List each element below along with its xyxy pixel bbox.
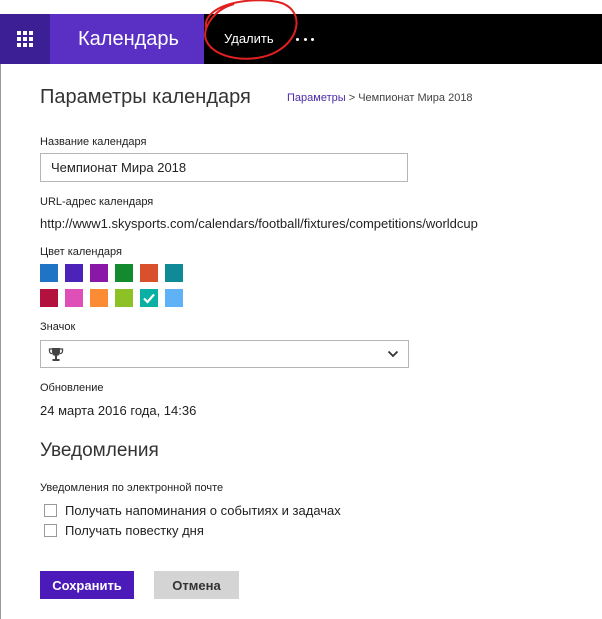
app-launcher-button[interactable] (0, 14, 50, 64)
color-swatch[interactable] (65, 289, 83, 307)
page-title: Параметры календаря (40, 86, 251, 108)
checkmark-icon (143, 293, 155, 304)
agenda-checkbox[interactable] (44, 524, 57, 537)
breadcrumb: Параметры > Чемпионат Мира 2018 (287, 92, 473, 104)
color-swatch[interactable] (165, 264, 183, 282)
color-swatch[interactable] (140, 264, 158, 282)
breadcrumb-parent-link[interactable]: Параметры (287, 92, 346, 104)
agenda-checkbox-row[interactable]: Получать повестку дня (44, 523, 204, 538)
color-swatch[interactable] (65, 264, 83, 282)
notifications-title: Уведомления (40, 440, 159, 461)
delete-button[interactable]: Удалить (224, 14, 274, 64)
calendar-url-label: URL-адрес календаря (40, 196, 154, 208)
save-button[interactable]: Сохранить (40, 571, 134, 599)
breadcrumb-current: Чемпионат Мира 2018 (358, 92, 473, 104)
more-options-icon[interactable] (296, 14, 314, 64)
chevron-down-icon (387, 350, 399, 358)
waffle-icon (17, 31, 33, 47)
agenda-checkbox-label: Получать повестку дня (65, 523, 204, 538)
breadcrumb-separator: > (348, 92, 356, 104)
updated-value: 24 марта 2016 года, 14:36 (40, 403, 197, 418)
calendar-url-value: http://www1.skysports.com/calendars/foot… (40, 216, 478, 231)
color-swatch-selected[interactable] (140, 289, 158, 307)
reminders-checkbox-label: Получать напоминания о событиях и задача… (65, 503, 341, 518)
color-swatch[interactable] (115, 264, 133, 282)
reminders-checkbox[interactable] (44, 504, 57, 517)
calendar-name-label: Название календаря (40, 136, 147, 148)
trophy-icon (48, 348, 64, 361)
left-border-line (0, 64, 1, 619)
calendar-color-label: Цвет календаря (40, 246, 122, 258)
updated-label: Обновление (40, 382, 104, 394)
color-swatch[interactable] (165, 289, 183, 307)
app-name[interactable]: Календарь (50, 14, 204, 64)
email-notifications-label: Уведомления по электронной почте (40, 482, 224, 494)
calendar-icon-label: Значок (40, 321, 76, 333)
reminders-checkbox-row[interactable]: Получать напоминания о событиях и задача… (44, 503, 341, 518)
color-swatch[interactable] (90, 264, 108, 282)
color-swatch-grid (40, 264, 183, 307)
window-top-strip (0, 0, 602, 14)
color-swatch[interactable] (90, 289, 108, 307)
calendar-name-input[interactable] (40, 153, 408, 182)
icon-select[interactable] (40, 340, 409, 368)
color-swatch[interactable] (40, 264, 58, 282)
app-header: Календарь Удалить (0, 14, 602, 64)
color-swatch[interactable] (40, 289, 58, 307)
color-swatch[interactable] (115, 289, 133, 307)
cancel-button[interactable]: Отмена (154, 571, 239, 599)
